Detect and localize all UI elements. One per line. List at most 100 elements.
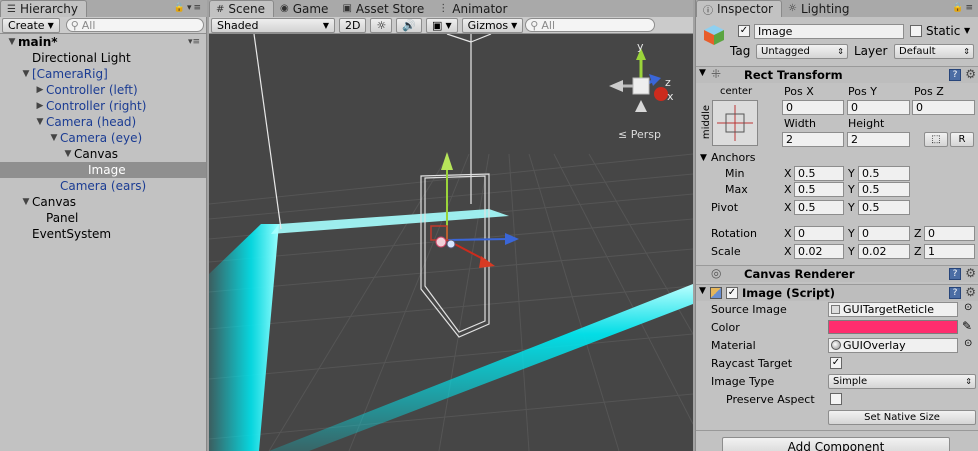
tab-game[interactable]: ◉ Game	[274, 0, 336, 17]
scale-y-field[interactable]: 0.02	[858, 244, 910, 259]
anchor-max-x-field[interactable]: 0.5	[794, 182, 844, 197]
rotation-y-field[interactable]: 0	[858, 226, 910, 241]
hierarchy-item[interactable]: ▼ Canvas	[0, 194, 206, 210]
expand-arrow-icon[interactable]: ▼	[20, 197, 32, 207]
scene-search-input[interactable]: ⚲ All	[525, 18, 656, 32]
lightbulb-icon: ☼	[787, 3, 797, 14]
hierarchy-item[interactable]: Image	[0, 162, 206, 178]
rotation-x-field[interactable]: 0	[794, 226, 844, 241]
panel-menu-icon[interactable]: 🔒≡	[952, 3, 975, 13]
blueprint-mode-button[interactable]: ⬚	[924, 132, 948, 147]
hierarchy-item[interactable]: Panel	[0, 210, 206, 226]
help-icon[interactable]: ?	[949, 287, 961, 299]
scale-x-field[interactable]: 0.02	[794, 244, 844, 259]
width-field[interactable]: 2	[782, 132, 844, 147]
shading-mode-dropdown[interactable]: Shaded ▼	[211, 17, 335, 33]
scene-menu-icon[interactable]: ▾≡	[188, 37, 200, 47]
expand-arrow-icon[interactable]: ▼	[700, 153, 707, 163]
scene-viewport[interactable]: y x z ≤ Persp	[209, 34, 693, 451]
hierarchy-item[interactable]: ▼ main* ▾≡	[0, 34, 206, 50]
static-checkbox[interactable]	[910, 25, 922, 37]
height-field[interactable]: 2	[847, 132, 910, 147]
anchor-max-label: Max	[725, 183, 748, 196]
gizmos-dropdown[interactable]: Gizmos ▼	[461, 17, 524, 33]
object-picker-icon[interactable]: ⊙	[964, 302, 972, 313]
expand-arrow-icon: ▼	[699, 286, 706, 296]
panel-menu-icon[interactable]: 🔒▾≡	[174, 3, 203, 13]
persp-toggle[interactable]: ≤ Persp	[618, 128, 661, 141]
lighting-toggle-button[interactable]: ☼	[370, 17, 393, 33]
2d-toggle-button[interactable]: 2D	[339, 17, 367, 33]
canvas-renderer-header[interactable]: ◎ Canvas Renderer ? ⚙	[696, 265, 978, 282]
hierarchy-item[interactable]: ▼ Camera (eye)	[0, 130, 206, 146]
help-icon[interactable]: ?	[949, 268, 961, 280]
tab-lighting[interactable]: ☼ Lighting	[782, 0, 857, 17]
anchor-presets-button[interactable]	[712, 100, 758, 146]
expand-arrow-icon[interactable]: ▼	[20, 69, 32, 79]
add-component-button[interactable]: Add Component	[722, 437, 950, 451]
color-swatch[interactable]	[828, 320, 958, 334]
anchor-max-y-field[interactable]: 0.5	[858, 182, 910, 197]
hierarchy-item[interactable]: ▶ Controller (right)	[0, 98, 206, 114]
chevron-down-icon[interactable]: ▼	[964, 26, 970, 35]
tab-asset-store[interactable]: ▣ Asset Store	[336, 0, 432, 17]
eyedropper-icon[interactable]: ✎	[962, 319, 972, 333]
expand-arrow-icon[interactable]: ▼	[6, 37, 18, 47]
hierarchy-item[interactable]: ▶ Controller (left)	[0, 82, 206, 98]
pos-z-label: Pos Z	[914, 85, 944, 98]
object-picker-icon[interactable]: ⊙	[964, 338, 972, 349]
raw-edit-button[interactable]: R	[950, 132, 974, 147]
tab-animator[interactable]: ⋮ Animator	[432, 0, 515, 17]
audio-toggle-button[interactable]: 🔊	[396, 17, 423, 33]
object-name-field[interactable]: Image	[754, 24, 904, 39]
persp-label: Persp	[630, 128, 661, 141]
set-native-size-button[interactable]: Set Native Size	[828, 410, 976, 425]
pos-z-field[interactable]: 0	[912, 100, 975, 115]
collapse-arrow-icon[interactable]: ▶	[34, 101, 46, 111]
rect-transform-header[interactable]: ▼ ⁜ Rect Transform ? ⚙	[696, 66, 978, 83]
anchor-min-x-field[interactable]: 0.5	[794, 166, 844, 181]
expand-arrow-icon[interactable]: ▼	[48, 133, 60, 143]
pivot-x-field[interactable]: 0.5	[794, 200, 844, 215]
gear-icon[interactable]: ⚙	[965, 285, 976, 299]
tag-dropdown[interactable]: Untagged ⇕	[756, 44, 848, 59]
gear-icon[interactable]: ⚙	[965, 67, 976, 81]
active-checkbox[interactable]: ✓	[738, 25, 750, 37]
expand-arrow-icon[interactable]: ▼	[34, 117, 46, 127]
image-type-dropdown[interactable]: Simple ⇕	[828, 374, 976, 389]
help-icon[interactable]: ?	[949, 69, 961, 81]
anchor-min-x-label: X	[784, 167, 792, 180]
raycast-target-checkbox[interactable]: ✓	[830, 357, 842, 369]
effects-dropdown[interactable]: ▣ ▼	[426, 17, 458, 33]
pos-y-field[interactable]: 0	[847, 100, 910, 115]
layer-label: Layer	[854, 44, 888, 58]
image-enabled-checkbox[interactable]: ✓	[726, 287, 738, 299]
rotation-z-field[interactable]: 0	[924, 226, 975, 241]
hierarchy-item[interactable]: ▼ [CameraRig]	[0, 66, 206, 82]
tab-inspector[interactable]: ⓘ Inspector	[696, 0, 782, 17]
tab-hierarchy[interactable]: ☰ Hierarchy	[0, 0, 87, 17]
layer-dropdown[interactable]: Default ⇕	[894, 44, 974, 59]
create-button[interactable]: Create ▼	[2, 17, 60, 33]
material-field[interactable]: GUIOverlay	[828, 338, 958, 353]
scene-render[interactable]: y x z	[209, 34, 693, 451]
pos-x-field[interactable]: 0	[782, 100, 844, 115]
orientation-gizmo[interactable]: y x z	[609, 40, 674, 112]
hierarchy-item[interactable]: EventSystem	[0, 226, 206, 242]
hierarchy-item[interactable]: ▼ Camera (head)	[0, 114, 206, 130]
tab-scene[interactable]: # Scene	[209, 0, 274, 17]
hierarchy-item[interactable]: ▼ Canvas	[0, 146, 206, 162]
hierarchy-search-input[interactable]: ⚲ All	[65, 18, 204, 32]
scale-z-field[interactable]: 1	[924, 244, 975, 259]
collapse-arrow-icon[interactable]: ▶	[34, 85, 46, 95]
source-image-field[interactable]: GUITargetReticle	[828, 302, 958, 317]
image-script-header[interactable]: ▼ ✓ Image (Script) ? ⚙	[696, 284, 978, 301]
pivot-y-field[interactable]: 0.5	[858, 200, 910, 215]
anchor-min-y-field[interactable]: 0.5	[858, 166, 910, 181]
gizmo-x-label: x	[667, 90, 674, 103]
expand-arrow-icon[interactable]: ▼	[62, 149, 74, 159]
gear-icon[interactable]: ⚙	[965, 266, 976, 280]
hierarchy-item[interactable]: Directional Light	[0, 50, 206, 66]
preserve-aspect-checkbox[interactable]	[830, 393, 842, 405]
hierarchy-item[interactable]: Camera (ears)	[0, 178, 206, 194]
